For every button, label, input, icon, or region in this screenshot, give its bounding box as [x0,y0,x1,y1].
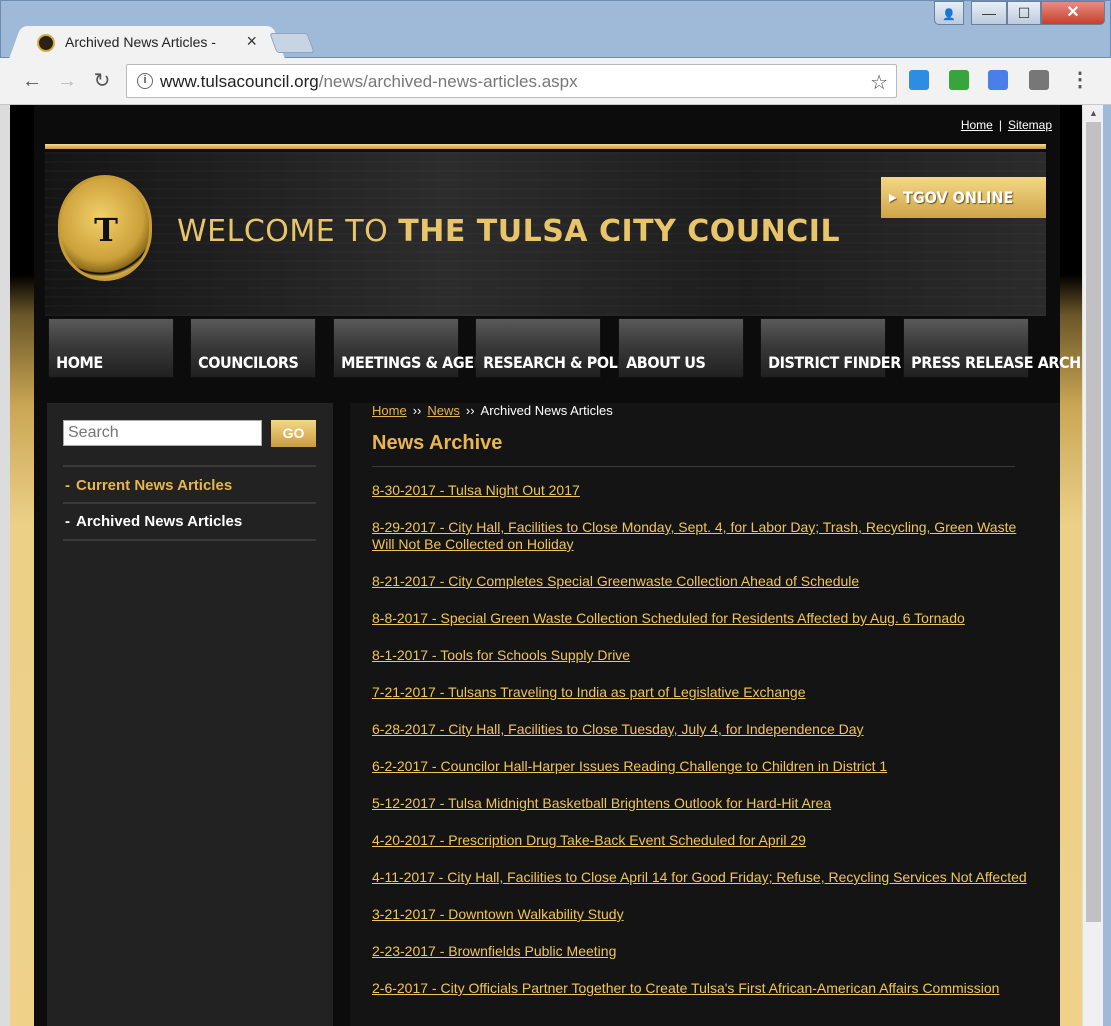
tulsa-seal-favicon-icon [37,34,55,52]
nav-district-finder[interactable]: DISTRICT FINDER [760,318,901,378]
sidebar-link-current-news[interactable]: - Current News Articles [63,468,316,504]
extension-icon[interactable] [909,70,929,90]
tab-title: Archived News Articles - [65,34,216,50]
sidebar-link-label: Archived News Articles [76,513,243,530]
sidebar-divider [63,539,316,541]
close-window-button[interactable]: ✕ [1041,1,1105,25]
breadcrumb-separator: ›› [412,403,422,418]
heading-divider [372,466,1015,467]
news-article-link[interactable]: 8-21-2017 - City Completes Special Green… [372,573,1036,590]
sidebar-link-archived-news[interactable]: - Archived News Articles [63,504,316,540]
sidebar-divider [63,465,316,467]
nav-about-us[interactable]: ABOUT US [618,318,744,378]
news-article-link[interactable]: 4-20-2017 - Prescription Drug Take-Back … [372,832,1036,849]
nav-councilors[interactable]: COUNCILORS [190,318,316,378]
back-button[interactable]: ← [19,68,45,94]
bullet-dash: - [65,513,70,530]
util-home-link[interactable]: Home [961,118,993,132]
main-navigation: HOME COUNCILORS MEETINGS & AGENDAS RESEA… [48,318,1082,378]
search-input[interactable] [63,420,262,446]
news-article-link[interactable]: 6-2-2017 - Councilor Hall-Harper Issues … [372,758,1036,775]
news-article-link[interactable]: 7-21-2017 - Tulsans Traveling to India a… [372,684,1036,701]
new-tab-button[interactable] [269,33,315,53]
nav-press-release-archive[interactable]: PRESS RELEASE ARCHIVE [903,318,1082,378]
user-icon: 👤 [942,9,956,21]
profile-button[interactable]: 👤 [934,1,964,25]
arrow-left-icon: ← [22,70,42,92]
url-text[interactable]: www.tulsacouncil.org/news/archived-news-… [160,72,578,92]
scroll-up-arrow-icon[interactable]: ▲ [1083,105,1104,122]
welcome-prefix: WELCOME TO [177,214,399,249]
print-extension-icon[interactable] [949,70,969,90]
url-domain: www.tulsacouncil.org [160,72,319,91]
news-article-link[interactable]: 4-11-2017 - City Hall, Facilities to Clo… [372,869,1036,886]
nav-research-policy[interactable]: RESEARCH & POLICY [475,318,643,378]
maximize-button[interactable]: ☐ [1007,1,1041,25]
sidebar: GO -Current News Articles -Archived News… [47,403,333,1026]
news-article-link[interactable]: 8-1-2017 - Tools for Schools Supply Driv… [372,647,1036,664]
page-title: News Archive [372,432,503,454]
util-separator: | [998,118,1002,132]
breadcrumb: Home ›› News ›› Archived News Articles [372,403,613,418]
info-icon[interactable]: i [137,73,153,89]
browser-menu-icon[interactable]: ⋮ [1070,67,1090,92]
window-frame [1103,105,1111,1026]
minimize-button[interactable]: — [971,1,1007,25]
url-path: /news/archived-news-articles.aspx [318,72,578,91]
browser-tab-active[interactable]: Archived News Articles - × [23,26,271,59]
maximize-icon: ☐ [1017,5,1031,21]
news-article-link[interactable]: 2-23-2017 - Brownfields Public Meeting [372,943,1036,960]
translate-extension-icon[interactable] [988,70,1008,90]
reload-button[interactable]: ↻ [89,68,115,94]
site-container: Home | Sitemap T WELCOME TO THE TULSA CITY… [34,105,1082,1026]
news-article-link[interactable]: 3-21-2017 - Downtown Walkability Study [372,906,1036,923]
browser-titlebar: Archived News Articles - × 👤 — ☐ ✕ [0,0,1111,59]
tgov-online-button[interactable]: ▶ TGOV ONLINE [881,177,1046,218]
city-council-seal-logo[interactable]: T [58,175,152,281]
breadcrumb-separator: ›› [465,403,475,418]
address-bar[interactable]: i www.tulsacouncil.org/news/archived-new… [126,64,897,98]
util-sitemap-link[interactable]: Sitemap [1008,118,1052,132]
extension-icon[interactable] [1029,70,1049,90]
minimize-icon: — [982,5,996,21]
search-go-button[interactable]: GO [271,420,316,447]
scroll-thumb[interactable] [1086,122,1101,922]
header-divider [45,144,1046,149]
welcome-heading: WELCOME TO THE TULSA CITY COUNCIL [177,214,840,249]
news-article-link[interactable]: 2-6-2017 - City Officials Partner Togeth… [372,980,1036,997]
vertical-scrollbar[interactable]: ▲ [1082,105,1103,1026]
close-icon: ✕ [1066,4,1080,21]
news-article-link[interactable]: 5-12-2017 - Tulsa Midnight Basketball Br… [372,795,1036,812]
welcome-strong: THE TULSA CITY COUNCIL [398,214,841,249]
play-arrow-icon: ▶ [889,191,897,204]
reload-icon: ↻ [93,70,111,92]
news-article-link[interactable]: 6-28-2017 - City Hall, Facilities to Clo… [372,721,1036,738]
main-content: Home ›› News ›› Archived News Articles News … [350,403,1060,1026]
breadcrumb-current: Archived News Articles [480,403,613,418]
news-article-link[interactable]: 8-29-2017 - City Hall, Facilities to Clo… [372,519,1036,553]
tab-close-icon[interactable]: × [246,31,257,52]
browser-toolbar: ← → ↻ i www.tulsacouncil.org/news/archiv… [0,58,1111,105]
breadcrumb-news-link[interactable]: News [427,403,460,418]
news-article-list: 8-30-2017 - Tulsa Night Out 2017 8-29-20… [372,482,1036,1017]
seal-t-glyph: T [94,211,118,249]
nav-meetings-agendas[interactable]: MEETINGS & AGENDAS [333,318,518,378]
news-article-link[interactable]: 8-8-2017 - Special Green Waste Collectio… [372,610,1036,627]
header-banner: T WELCOME TO THE TULSA CITY COUNCIL ▶ TG… [45,152,1046,316]
utility-links: Home | Sitemap [961,118,1052,132]
breadcrumb-home-link[interactable]: Home [372,403,407,418]
nav-home[interactable]: HOME [48,318,174,378]
news-article-link[interactable]: 8-30-2017 - Tulsa Night Out 2017 [372,482,1036,499]
sidebar-link-label: Current News Articles [76,477,233,494]
forward-button[interactable]: → [54,68,80,94]
bullet-dash: - [65,477,70,494]
bookmark-star-icon[interactable]: ☆ [870,70,888,95]
page-viewport: Home | Sitemap T WELCOME TO THE TULSA CITY… [10,105,1082,1026]
arrow-right-icon: → [57,70,77,92]
tgov-label: TGOV ONLINE [903,188,1014,207]
